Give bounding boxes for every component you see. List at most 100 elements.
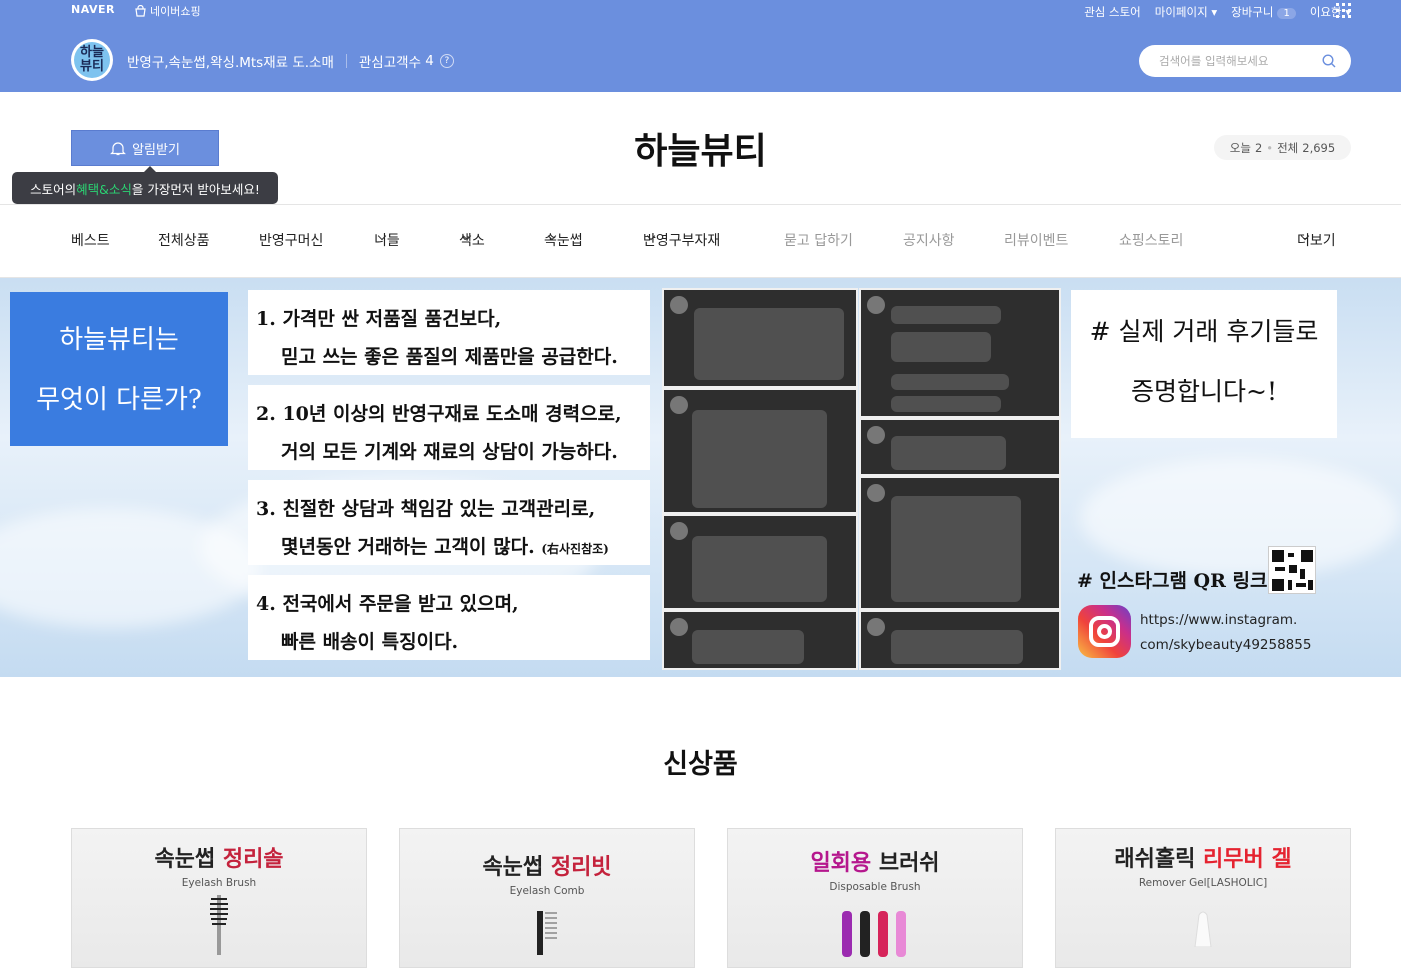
naver-shopping-label: 네이버쇼핑 (150, 5, 201, 18)
dot-separator: • (1266, 140, 1274, 155)
search-input[interactable] (1139, 45, 1351, 77)
total-count: 2,695 (1302, 140, 1336, 155)
review-chat-screenshot (662, 610, 858, 670)
product-subtitle: Eyelash Comb (509, 885, 585, 897)
product-card[interactable]: 일회용 브러쉬 Disposable Brush (727, 828, 1023, 968)
review-chat-screenshot (859, 476, 1061, 610)
product-card[interactable]: 속눈썹 정리솔 Eyelash Brush (71, 828, 367, 968)
global-top-bar: NAVER 네이버쇼핑 관심 스토어 마이페이지 ▾ 장바구니 1 이요한 ▾ (0, 0, 1401, 30)
store-logo[interactable]: 하늘 뷰티 (71, 39, 113, 81)
product-subtitle: Remover Gel[LASHOLIC] (1138, 877, 1268, 889)
help-icon[interactable]: ? (439, 54, 454, 68)
product-subtitle: Eyelash Brush (181, 877, 257, 889)
point-line-2: 거의 모든 기계와 재료의 상담이 가능하다. (281, 441, 618, 463)
product-title-b: 리무버 겔 (1203, 847, 1292, 872)
cart-count-badge: 1 (1277, 8, 1296, 19)
point-line-2: 빠른 배송이 특징이다. (281, 631, 459, 653)
disposable-brushes-image (842, 911, 906, 957)
category-nav: 베스트 전체상품 반영구머신 니들 색소 속눈썹 반영구부자재 묻고 답하기 공… (71, 230, 1351, 252)
nav-label: 쇼핑스토리 (1119, 233, 1184, 249)
banner-intro-box: 하늘뷰티는 무엇이 다른가? (10, 292, 228, 446)
header-divider (0, 204, 1401, 205)
point-line-2: 몇년동안 거래하는 고객이 많다. (281, 536, 535, 558)
total-label: 전체 (1277, 140, 1299, 155)
tooltip-suffix: 을 가장먼저 받아보세요! (131, 181, 260, 197)
product-title-b: 브러쉬 (878, 851, 940, 876)
instagram-icon[interactable] (1078, 605, 1131, 658)
followers-count: 4 (425, 53, 434, 69)
product-title-b: 정리솔 (222, 847, 284, 872)
proof-caption-box: # 실제 거래 후기들로 증명합니다~! (1071, 290, 1337, 438)
new-products-title: 신상품 (663, 749, 738, 780)
point-line-1: 3. 친절한 상담과 책임감 있는 고객관리로, (256, 498, 596, 520)
notify-tooltip: 스토어의 혜택&소식 을 가장먼저 받아보세요! (12, 166, 278, 204)
point-note: (右사진참조) (541, 542, 609, 556)
shopping-bag-icon (135, 5, 146, 17)
tooltip-prefix: 스토어의 (30, 181, 77, 197)
mypage-label: 마이페이지 (1154, 5, 1208, 19)
remover-gel-image (1194, 911, 1212, 948)
nav-label: 베스트 (71, 233, 110, 249)
mypage-link[interactable]: 마이페이지 ▾ (1155, 4, 1217, 20)
point-line-2: 믿고 쓰는 좋은 품질의 제품만을 공급한다. (281, 346, 618, 368)
naver-shopping-link[interactable]: 네이버쇼핑 (134, 3, 201, 19)
instagram-url-line-2: com/skybeauty49258855 (1140, 637, 1312, 653)
tooltip-highlight: 혜택&소식 (76, 181, 132, 197)
product-subtitle: Disposable Brush (829, 881, 921, 893)
intro-line-1: 하늘뷰티는 (59, 325, 179, 355)
banner-point-1: 1. 가격만 싼 저품질 품건보다, 믿고 쓰는 좋은 품질의 제품만을 공급한… (248, 290, 650, 375)
product-card[interactable]: 래쉬홀릭 리무버 겔 Remover Gel[LASHOLIC] (1055, 828, 1351, 968)
product-title-a: 일회용 (810, 851, 879, 876)
cloud-decoration (1080, 458, 1400, 578)
apps-grid-icon[interactable] (1336, 3, 1351, 18)
followers-label: 관심고객수 (358, 55, 421, 71)
instagram-url-line-1: https://www.instagram. (1140, 612, 1298, 628)
review-chat-screenshot (662, 388, 858, 514)
nav-label: 묻고 답하기 (784, 233, 853, 249)
proof-line-2: 증명합니다~! (1131, 377, 1277, 406)
review-chat-screenshot (859, 418, 1061, 476)
nav-item-more[interactable]: 더보기 (1297, 230, 1336, 249)
product-title-a: 속눈썹 (154, 847, 223, 872)
top-links: 관심 스토어 마이페이지 ▾ 장바구니 1 이요한 ▾ (1084, 4, 1351, 20)
store-info: 반영구,속눈썹,왁싱.Mts재료 도.소매 관심고객수 4 ? (127, 51, 454, 71)
instagram-qr-title: # 인스타그램 QR 링크 (1077, 570, 1268, 592)
nav-item-pigment[interactable]: 색소 (459, 230, 485, 249)
store-title[interactable]: 하늘뷰티 (0, 122, 1401, 174)
nav-label: 공지사항 (903, 233, 955, 249)
review-chat-screenshot (859, 610, 1061, 670)
nav-item-needle[interactable]: 니들 (374, 230, 400, 249)
nav-label: 전체상품 (158, 233, 210, 249)
main-banner[interactable]: 하늘뷰티는 무엇이 다른가? 1. 가격만 싼 저품질 품건보다, 믿고 쓰는 … (0, 278, 1401, 677)
review-chat-screenshot (859, 288, 1061, 418)
nav-label: 반영구부자재 (643, 233, 721, 249)
qr-code-icon[interactable] (1268, 546, 1316, 594)
today-count: 2 (1254, 140, 1263, 155)
intro-line-2: 무엇이 다른가? (36, 385, 202, 415)
banner-point-3: 3. 친절한 상담과 책임감 있는 고객관리로, 몇년동안 거래하는 고객이 많… (248, 480, 650, 565)
search-icon[interactable] (1322, 54, 1336, 68)
cart-label: 장바구니 (1231, 5, 1274, 19)
point-line-1: 1. 가격만 싼 저품질 품건보다, (256, 308, 502, 330)
nav-item-supplies[interactable]: 반영구부자재 (643, 230, 720, 249)
product-card[interactable]: 속눈썹 정리빗 Eyelash Comb (399, 828, 695, 968)
point-line-1: 4. 전국에서 주문을 받고 있으며, (256, 593, 519, 615)
mascara-brush-image (210, 895, 228, 955)
review-chat-screenshot (662, 514, 858, 610)
nav-label: 니들 (374, 233, 400, 249)
nav-label: 반영구머신 (259, 233, 324, 249)
nav-label: 색소 (459, 233, 485, 249)
product-title-b: 정리빗 (550, 855, 612, 880)
store-header: 하늘 뷰티 반영구,속눈썹,왁싱.Mts재료 도.소매 관심고객수 4 ? (0, 30, 1401, 92)
instagram-url[interactable]: https://www.instagram. com/skybeauty4925… (1140, 608, 1311, 658)
banner-point-4: 4. 전국에서 주문을 받고 있으며, 빠른 배송이 특징이다. (248, 575, 650, 660)
store-description: 반영구,속눈썹,왁싱.Mts재료 도.소매 (127, 55, 334, 71)
visitor-counter: 오늘 2 • 전체 2,695 (1214, 135, 1351, 160)
product-title-a: 래쉬홀릭 (1114, 847, 1203, 872)
naver-logo[interactable]: NAVER (71, 3, 115, 16)
nav-item-eyelash[interactable]: 속눈썹 (544, 230, 583, 249)
favorite-store-link[interactable]: 관심 스토어 (1084, 4, 1141, 20)
logo-text-top: 하늘 (80, 45, 104, 60)
product-title-a: 속눈썹 (482, 855, 551, 880)
cart-link[interactable]: 장바구니 1 (1231, 4, 1296, 20)
